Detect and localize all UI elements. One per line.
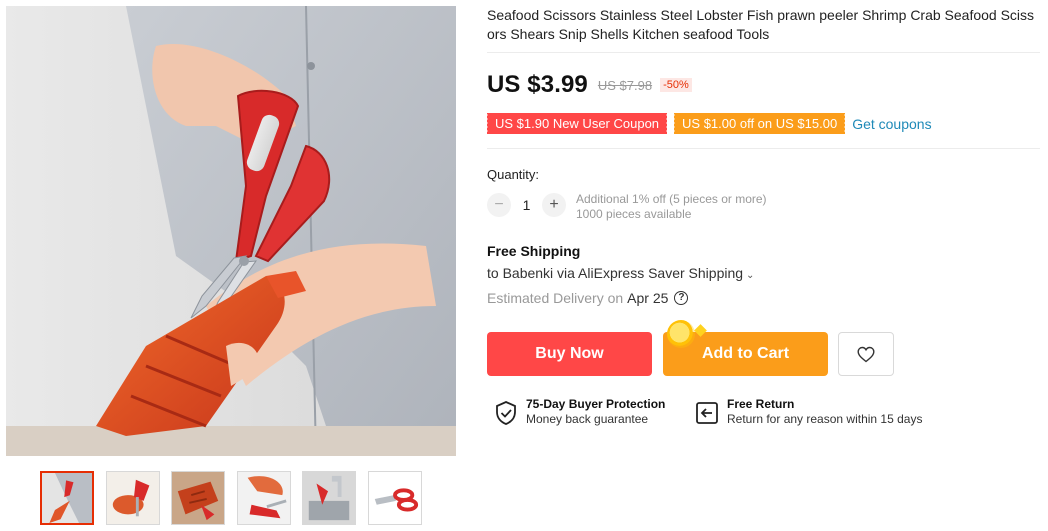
chevron-down-icon: ⌄ xyxy=(746,270,755,281)
buyer-protection-title: 75-Day Buyer Protection xyxy=(526,397,666,411)
shipping-destination: to Babenki via AliExpress Saver Shipping xyxy=(487,265,744,281)
delivery-date: Apr 25 xyxy=(627,290,669,306)
estimated-delivery: Estimated Delivery on Apr 25 ? xyxy=(487,290,689,306)
thumbnail-scissors-at-sink[interactable] xyxy=(302,471,356,525)
original-price: US $7.98 xyxy=(597,77,653,93)
free-return-subtitle: Return for any reason within 15 days xyxy=(727,412,923,426)
thumbnail-scissors-with-shrimp[interactable] xyxy=(237,471,291,525)
return-icon xyxy=(696,402,718,424)
buyer-protection-subtitle: Money back guarantee xyxy=(526,412,649,426)
store-coupon[interactable]: US $1.00 off on US $15.00 xyxy=(673,113,846,134)
quantity-label: Quantity: xyxy=(487,167,540,182)
buy-now-button[interactable]: Buy Now xyxy=(487,332,652,376)
get-coupons-link[interactable]: Get coupons xyxy=(852,116,931,132)
free-return-title: Free Return xyxy=(727,397,795,411)
main-product-image[interactable] xyxy=(6,6,456,456)
product-info-panel: Seafood Scissors Stainless Steel Lobster… xyxy=(485,0,1040,531)
discount-badge: -50% xyxy=(660,78,692,92)
thumbnail-scissors-with-lobster[interactable] xyxy=(40,471,94,525)
bulk-discount-note: Additional 1% off (5 pieces or more) xyxy=(576,192,767,206)
quantity-decrease-button[interactable]: − xyxy=(487,193,511,217)
add-to-cart-button[interactable]: Add to Cart xyxy=(663,332,828,376)
coupon-row: US $1.90 New User Coupon US $1.00 off on… xyxy=(485,112,932,135)
new-user-coupon[interactable]: US $1.90 New User Coupon xyxy=(485,113,668,134)
free-return: Free Return Return for any reason within… xyxy=(694,397,922,427)
delivery-label: Estimated Delivery on xyxy=(487,290,624,306)
quantity-note: Additional 1% off (5 pieces or more) 100… xyxy=(576,192,767,222)
product-title: Seafood Scissors Stainless Steel Lobster… xyxy=(487,7,1035,42)
quantity-stepper: − 1 + xyxy=(487,193,566,217)
divider xyxy=(487,148,1040,149)
stock-available: 1000 pieces available xyxy=(576,207,692,221)
thumbnail-scissors-product-view[interactable] xyxy=(368,471,422,525)
thumbnail-strip xyxy=(40,471,430,525)
wishlist-button[interactable] xyxy=(838,332,894,376)
shield-check-icon xyxy=(496,401,516,425)
buyer-protection: 75-Day Buyer Protection Money back guara… xyxy=(493,397,665,427)
thumbnail-scissors-with-crawfish[interactable] xyxy=(171,471,225,525)
thumbnail-scissors-with-crab[interactable] xyxy=(106,471,160,525)
quantity-input[interactable]: 1 xyxy=(511,197,542,213)
current-price: US $3.99 xyxy=(487,71,588,98)
heart-icon xyxy=(857,346,875,363)
price-row: US $3.99 US $7.98 -50% xyxy=(487,70,692,100)
divider xyxy=(487,52,1040,53)
shipping-title: Free Shipping xyxy=(487,243,581,259)
quantity-increase-button[interactable]: + xyxy=(542,193,566,217)
shipping-method-selector[interactable]: to Babenki via AliExpress Saver Shipping… xyxy=(487,265,754,281)
question-icon[interactable]: ? xyxy=(674,291,689,305)
